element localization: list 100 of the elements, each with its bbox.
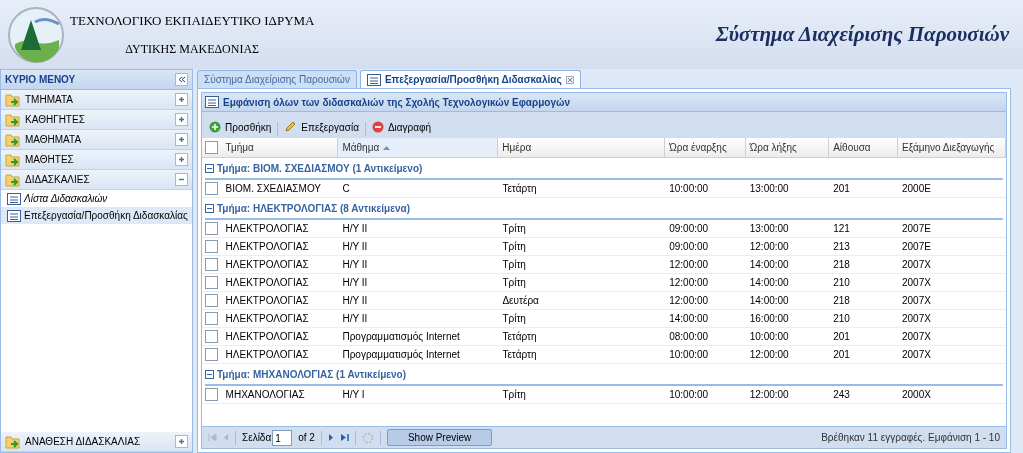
- table-cell-text: 13:00:00: [748, 222, 790, 236]
- collapse-button[interactable]: [175, 73, 188, 86]
- table-cell-text: 201: [832, 348, 851, 362]
- table-cell-text: 09:00:00: [668, 222, 710, 236]
- checkbox[interactable]: [205, 348, 219, 361]
- table-row[interactable]: ΗΛΕΚΤΡΟΛΟΓΙΑΣ Προγραμματισμός Internet Τετάρτη 10:00:00 12:00:00 201 2007Χ: [202, 346, 1006, 364]
- table-cell-text: 210: [832, 276, 851, 290]
- collapse-icon[interactable]: [205, 163, 214, 173]
- collapse-icon[interactable]: [205, 203, 214, 213]
- table-cell-text: 14:00:00: [748, 276, 790, 290]
- table-cell-text: Προγραμματισμός Internet: [341, 330, 461, 344]
- table-cell-text: 2000Χ: [901, 388, 932, 402]
- checkbox[interactable]: [205, 182, 219, 195]
- column-header[interactable]: Μάθημα: [338, 138, 499, 157]
- table-cell-text: 09:00:00: [668, 240, 710, 254]
- table-cell-text: 210: [832, 312, 851, 326]
- table-cell-text: Η/Υ ΙΙ: [341, 294, 369, 308]
- table-row[interactable]: ΗΛΕΚΤΡΟΛΟΓΙΑΣ Η/Υ ΙΙ Τρίτη 14:00:00 16:00:00 210 2007Χ: [202, 310, 1006, 328]
- checkbox[interactable]: [205, 294, 219, 307]
- sidebar-section[interactable]: ΜΑΘΗΤΕΣ: [1, 150, 192, 170]
- sidebar-section[interactable]: ΤΜΗΜΑΤΑ: [1, 90, 192, 110]
- tab[interactable]: Επεξεργασία/Προσθήκη Διδασκαλίας: [359, 70, 581, 88]
- institution-region: ΔΥΤΙΚΗΣ ΜΑΚΕΔΟΝΙΑΣ: [125, 40, 260, 58]
- table-row[interactable]: ΗΛΕΚΤΡΟΛΟΓΙΑΣ Η/Υ ΙΙ Τρίτη 09:00:00 13:00:00 121 2007Ε: [202, 220, 1006, 238]
- checkbox[interactable]: [205, 258, 219, 271]
- column-header[interactable]: Αίθουσα: [829, 138, 898, 157]
- first-page-icon[interactable]: [208, 433, 217, 442]
- next-page-icon[interactable]: [327, 433, 334, 442]
- checkbox[interactable]: [205, 141, 219, 154]
- expand-icon[interactable]: [175, 93, 188, 106]
- table-cell-text: ΗΛΕΚΤΡΟΛΟΓΙΑΣ: [224, 222, 310, 236]
- table-row[interactable]: ΗΛΕΚΤΡΟΛΟΓΙΑΣ Η/Υ ΙΙ Τρίτη 12:00:00 14:00:00 210 2007Χ: [202, 274, 1006, 292]
- table-cell-text: 12:00:00: [668, 258, 710, 272]
- toolbar-button[interactable]: Προσθήκη: [207, 118, 274, 136]
- table-cell-text: Τρίτη: [501, 222, 527, 236]
- checkbox[interactable]: [205, 222, 219, 235]
- table-cell-text: ΗΛΕΚΤΡΟΛΟΓΙΑΣ: [224, 330, 310, 344]
- table-cell-text: ΜΗΧΑΝΟΛΟΓΙΑΣ: [224, 388, 306, 402]
- sidebar-section[interactable]: ΚΑΘΗΓΗΤΕΣ: [1, 110, 192, 130]
- app-title: Σύστημα Διαχείρισης Παρουσιών: [715, 20, 1009, 48]
- checkbox[interactable]: [205, 240, 219, 253]
- close-icon[interactable]: [565, 75, 574, 84]
- checkbox[interactable]: [205, 388, 219, 401]
- column-header[interactable]: Ημέρα: [498, 138, 666, 157]
- group-header[interactable]: Τμήμα: ΒΙΟΜ. ΣΧΕΔΙΑΣΜΟΥ (1 Αντικείμενο): [205, 158, 1003, 180]
- group-header[interactable]: Τμήμα: ΜΗΧΑΝΟΛΟΓΙΑΣ (1 Αντικείμενο): [205, 364, 1003, 386]
- table-cell-text: 10:00:00: [748, 330, 790, 344]
- last-page-icon[interactable]: [339, 433, 349, 442]
- checkbox[interactable]: [205, 330, 219, 343]
- table-cell-text: 2007Ε: [901, 222, 932, 236]
- column-header[interactable]: Ώρα λήξης: [745, 138, 830, 157]
- table-cell-text: 2007Χ: [901, 348, 932, 362]
- table-cell-text: ΗΛΕΚΤΡΟΛΟΓΙΑΣ: [224, 258, 310, 272]
- table-cell-text: ΗΛΕΚΤΡΟΛΟΓΙΑΣ: [224, 276, 310, 290]
- collapse-icon[interactable]: [205, 369, 214, 379]
- table-cell-text: ΗΛΕΚΤΡΟΛΟΓΙΑΣ: [224, 240, 310, 254]
- table-cell-text: ΒΙΟΜ. ΣΧΕΔΙΑΣΜΟΥ: [224, 182, 322, 196]
- minus-circle-icon: [371, 121, 384, 133]
- expand-icon[interactable]: [175, 113, 188, 126]
- list-icon: [205, 96, 219, 108]
- table-cell-text: C: [341, 182, 351, 196]
- sidebar-item[interactable]: Επεξεργασία/Προσθήκη Διδασκαλίας: [1, 207, 192, 224]
- table-cell-text: Η/Υ Ι: [341, 388, 366, 402]
- toolbar-button[interactable]: Διαγραφή: [369, 118, 434, 136]
- column-header[interactable]: Εξάμηνο Διεξαγωγής: [898, 138, 1006, 157]
- sidebar-section[interactable]: ΑΝΑΘΕΣΗ ΔΙΔΑΣΚΑΛΙΑΣ: [1, 432, 192, 452]
- table-cell-text: 2000Ε: [901, 182, 932, 196]
- table-cell-text: Η/Υ ΙΙ: [341, 312, 369, 326]
- table-cell-text: 201: [832, 182, 851, 196]
- collapse-icon[interactable]: [175, 173, 188, 186]
- table-cell-text: 14:00:00: [668, 312, 710, 326]
- table-row[interactable]: ΗΛΕΚΤΡΟΛΟΓΙΑΣ Η/Υ ΙΙ Τρίτη 09:00:00 12:00:00 213 2007Ε: [202, 238, 1006, 256]
- group-header[interactable]: Τμήμα: ΗΛΕΚΤΡΟΛΟΓΙΑΣ (8 Αντικείμενα): [205, 198, 1003, 220]
- sidebar-section[interactable]: ΔΙΔΑΣΚΑΛΙΕΣ: [1, 170, 192, 190]
- show-preview-button[interactable]: Show Preview: [386, 429, 493, 446]
- page-input[interactable]: 1: [272, 429, 293, 446]
- table-cell-text: 14:00:00: [748, 258, 790, 272]
- expand-icon[interactable]: [175, 133, 188, 146]
- previous-page-icon[interactable]: [223, 433, 229, 442]
- tab[interactable]: Σύστημα Διαχείρισης Παρουσιών: [197, 70, 357, 88]
- toolbar-button[interactable]: Επεξεργασία: [282, 118, 361, 136]
- table-cell-text: Η/Υ ΙΙ: [341, 258, 369, 272]
- expand-icon[interactable]: [175, 153, 188, 166]
- table-row[interactable]: ΒΙΟΜ. ΣΧΕΔΙΑΣΜΟΥ C Τετάρτη 10:00:00 13:00:00 201 2000Ε: [202, 180, 1006, 198]
- checkbox[interactable]: [205, 276, 219, 289]
- sidebar-section[interactable]: ΜΑΘΗΜΑΤΑ: [1, 130, 192, 150]
- record-summary: Βρέθηκαν 11 εγγραφές. Εμφάνιση 1 - 10: [821, 431, 1000, 445]
- table-cell-text: ΗΛΕΚΤΡΟΛΟΓΙΑΣ: [224, 294, 310, 308]
- checkbox[interactable]: [205, 312, 219, 325]
- table-row[interactable]: ΜΗΧΑΝΟΛΟΓΙΑΣ Η/Υ Ι Τρίτη 10:00:00 12:00:00 243 2000Χ: [202, 386, 1006, 404]
- expand-icon[interactable]: [175, 435, 188, 448]
- table-row[interactable]: ΗΛΕΚΤΡΟΛΟΓΙΑΣ Προγραμματισμός Internet Τετάρτη 08:00:00 10:00:00 201 2007Χ: [202, 328, 1006, 346]
- list-icon: [7, 192, 21, 205]
- table-cell-text: 2007Ε: [901, 240, 932, 254]
- column-header[interactable]: Ώρα έναρξης: [665, 138, 746, 157]
- table-row[interactable]: ΗΛΕΚΤΡΟΛΟΓΙΑΣ Η/Υ ΙΙ Δευτέρα 12:00:00 14:00:00 218 2007Χ: [202, 292, 1006, 310]
- pencil-icon: [284, 121, 298, 133]
- table-cell-text: 16:00:00: [748, 312, 790, 326]
- table-row[interactable]: ΗΛΕΚΤΡΟΛΟΓΙΑΣ Η/Υ ΙΙ Τρίτη 12:00:00 14:00:00 218 2007Χ: [202, 256, 1006, 274]
- table-cell-text: Προγραμματισμός Internet: [341, 348, 461, 362]
